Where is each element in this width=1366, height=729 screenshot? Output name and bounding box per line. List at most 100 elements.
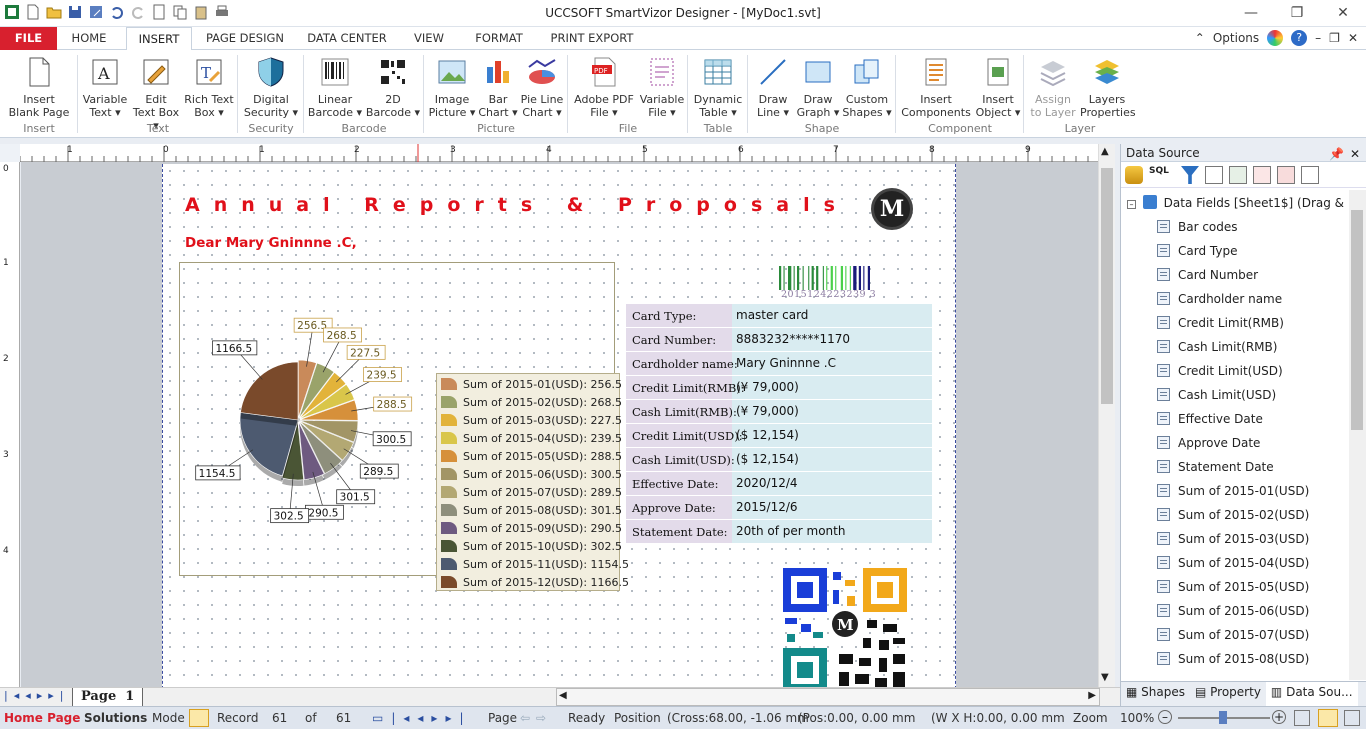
edit-text-box-button[interactable]: Edit Text Box ▾ <box>130 55 182 132</box>
tab-data-center[interactable]: DATA CENTER <box>304 27 390 50</box>
scroll-left-icon[interactable]: ◀ <box>559 690 567 701</box>
doc-close-icon[interactable]: ✕ <box>1348 31 1358 45</box>
logo-badge[interactable]: M <box>871 188 913 230</box>
solutions-link[interactable]: Solutions <box>84 711 147 725</box>
data-field-item[interactable]: Credit Limit(RMB) <box>1157 312 1284 334</box>
2d-barcode-button[interactable]: 2D Barcode ▾ <box>364 55 422 119</box>
fit-page-icon[interactable] <box>1294 710 1310 726</box>
doc-restore-icon[interactable]: ❐ <box>1329 31 1340 45</box>
restore-icon[interactable]: ❐ <box>1274 0 1320 26</box>
data-field-item[interactable]: Card Type <box>1157 240 1237 262</box>
data-field-item[interactable]: Sum of 2015-08(USD) <box>1157 648 1309 670</box>
close-icon[interactable]: ✕ <box>1320 0 1366 26</box>
zoom-slider-thumb[interactable] <box>1219 711 1227 724</box>
data-field-item[interactable]: Sum of 2015-06(USD) <box>1157 600 1309 622</box>
tab-file[interactable]: FILE <box>0 27 57 50</box>
data-field-item[interactable]: Approve Date <box>1157 432 1260 454</box>
sql-icon[interactable]: SQL <box>1149 166 1175 183</box>
data-field-item[interactable]: Sum of 2015-04(USD) <box>1157 552 1309 574</box>
vertical-scrollbar[interactable]: ▲ ▼ <box>1098 144 1115 687</box>
panel-close-icon[interactable]: ✕ <box>1350 145 1360 163</box>
tab-print-export[interactable]: PRINT EXPORT <box>544 27 640 50</box>
linear-barcode-button[interactable]: Linear Barcode ▾ <box>306 55 364 119</box>
tree-root[interactable]: – Data Fields [Sheet1$] (Drag & D <box>1127 193 1349 213</box>
tab-data-source[interactable]: ▥ Data Sou... <box>1265 682 1358 706</box>
panel-scroll-thumb[interactable] <box>1351 210 1363 430</box>
record-current[interactable]: 61 <box>272 711 287 725</box>
image-picture-button[interactable]: Image Picture ▾ <box>426 55 478 119</box>
minimize-icon[interactable]: — <box>1228 0 1274 26</box>
data-field-item[interactable]: Cash Limit(USD) <box>1157 384 1276 406</box>
panel-vscroll[interactable] <box>1349 190 1366 680</box>
pin-icon[interactable]: 📌 <box>1329 145 1344 163</box>
report-heading[interactable]: Annual Reports & Proposals <box>185 194 849 216</box>
bar-chart-button[interactable]: Bar Chart ▾ <box>478 55 518 119</box>
help-icon[interactable]: ? <box>1291 30 1308 46</box>
tab-page-design[interactable]: PAGE DESIGN <box>200 27 290 50</box>
qr-code[interactable]: M <box>783 568 907 687</box>
sort-icon[interactable] <box>1205 166 1223 184</box>
document-page[interactable]: Annual Reports & Proposals M Dear Mary G… <box>162 164 956 687</box>
horizontal-ruler[interactable]: 1 0 1 2 3 4 5 6 7 8 9 <box>19 144 1100 162</box>
tab-home[interactable]: HOME <box>62 27 116 50</box>
palette-icon[interactable] <box>1267 30 1284 46</box>
zoom-out-icon[interactable]: – <box>1158 710 1172 724</box>
home-page-link[interactable]: Home Page <box>4 711 80 725</box>
variable-text-button[interactable]: A Variable Text ▾ <box>80 55 130 119</box>
digital-security-button[interactable]: Digital Security ▾ <box>240 55 302 119</box>
doc-minimize-icon[interactable]: – <box>1315 31 1321 45</box>
data-field-item[interactable]: Effective Date <box>1157 408 1263 430</box>
fit-width-icon[interactable] <box>1318 709 1338 727</box>
variable-file-button[interactable]: Variable File ▾ <box>638 55 686 119</box>
pie-line-chart-button[interactable]: Pie Line Chart ▾ <box>518 55 566 119</box>
tab-format[interactable]: FORMAT <box>468 27 530 50</box>
assign-to-layer-button[interactable]: Assign to Layer <box>1026 55 1080 119</box>
edit-mode-icon[interactable] <box>189 709 209 727</box>
page-nav-arrows[interactable]: ⇦⇨ <box>520 711 552 725</box>
tab-view[interactable]: VIEW <box>404 27 454 50</box>
add-field-icon[interactable] <box>1229 166 1247 184</box>
scroll-down-icon[interactable]: ▼ <box>1101 672 1109 683</box>
database-icon[interactable] <box>1125 166 1143 184</box>
data-field-item[interactable]: Credit Limit(USD) <box>1157 360 1283 382</box>
draw-graph-button[interactable]: Draw Graph ▾ <box>796 55 840 119</box>
delete-field-icon[interactable] <box>1277 166 1295 184</box>
scroll-thumb[interactable] <box>1101 168 1113 404</box>
collapse-icon[interactable]: – <box>1127 200 1136 209</box>
rich-text-box-button[interactable]: T Rich Text Box ▾ <box>182 55 236 119</box>
options-menu[interactable]: Options <box>1213 31 1259 45</box>
data-field-item[interactable]: Sum of 2015-02(USD) <box>1157 504 1309 526</box>
data-field-item[interactable]: Sum of 2015-07(USD) <box>1157 624 1309 646</box>
scroll-right-icon[interactable]: ▶ <box>1088 690 1096 701</box>
draw-line-button[interactable]: Draw Line ▾ <box>750 55 796 119</box>
refresh-icon[interactable] <box>1301 166 1319 184</box>
filter-icon[interactable] <box>1181 166 1199 184</box>
custom-shapes-button[interactable]: Custom Shapes ▾ <box>840 55 894 119</box>
data-field-item[interactable]: Cash Limit(RMB) <box>1157 336 1277 358</box>
design-canvas[interactable]: Annual Reports & Proposals M Dear Mary G… <box>21 162 1098 687</box>
data-field-item[interactable]: Sum of 2015-05(USD) <box>1157 576 1309 598</box>
data-field-item[interactable]: Card Number <box>1157 264 1258 286</box>
tab-shapes[interactable]: ▦ Shapes <box>1121 682 1190 706</box>
dynamic-table-button[interactable]: Dynamic Table ▾ <box>690 55 746 119</box>
page-nav-icons[interactable]: |◂◂▸▸| <box>4 689 70 702</box>
full-screen-icon[interactable] <box>1344 710 1360 726</box>
tab-insert[interactable]: INSERT <box>126 27 192 51</box>
horizontal-scrollbar[interactable]: ◀ ▶ <box>556 688 1100 706</box>
record-nav-icons[interactable]: ▭|◂◂▸▸| <box>372 711 472 725</box>
data-field-item[interactable]: Sum of 2015-01(USD) <box>1157 480 1309 502</box>
vertical-ruler[interactable]: 0 1 2 3 4 <box>0 162 20 687</box>
scroll-up-icon[interactable]: ▲ <box>1101 146 1109 157</box>
card-info-table[interactable]: Card Type: master card Card Number: 8883232… <box>626 304 932 544</box>
insert-components-button[interactable]: Insert Components <box>898 55 974 119</box>
data-field-item[interactable]: Bar codes <box>1157 216 1238 238</box>
insert-blank-page-button[interactable]: Insert Blank Page <box>4 55 74 119</box>
edit-field-icon[interactable] <box>1253 166 1271 184</box>
tab-property[interactable]: ▤ Property <box>1190 682 1266 706</box>
linear-barcode[interactable]: 2015124223239 3 <box>779 266 911 300</box>
pie-chart-frame[interactable]: 256.5 268.5 227.5 239.5 288.5 300.5 289.5 301.5… <box>179 262 629 591</box>
layers-properties-button[interactable]: Layers Properties <box>1080 55 1136 119</box>
zoom-in-icon[interactable]: + <box>1272 710 1286 724</box>
data-field-item[interactable]: Statement Date <box>1157 456 1274 478</box>
adobe-pdf-file-button[interactable]: PDF Adobe PDF File ▾ <box>570 55 638 119</box>
